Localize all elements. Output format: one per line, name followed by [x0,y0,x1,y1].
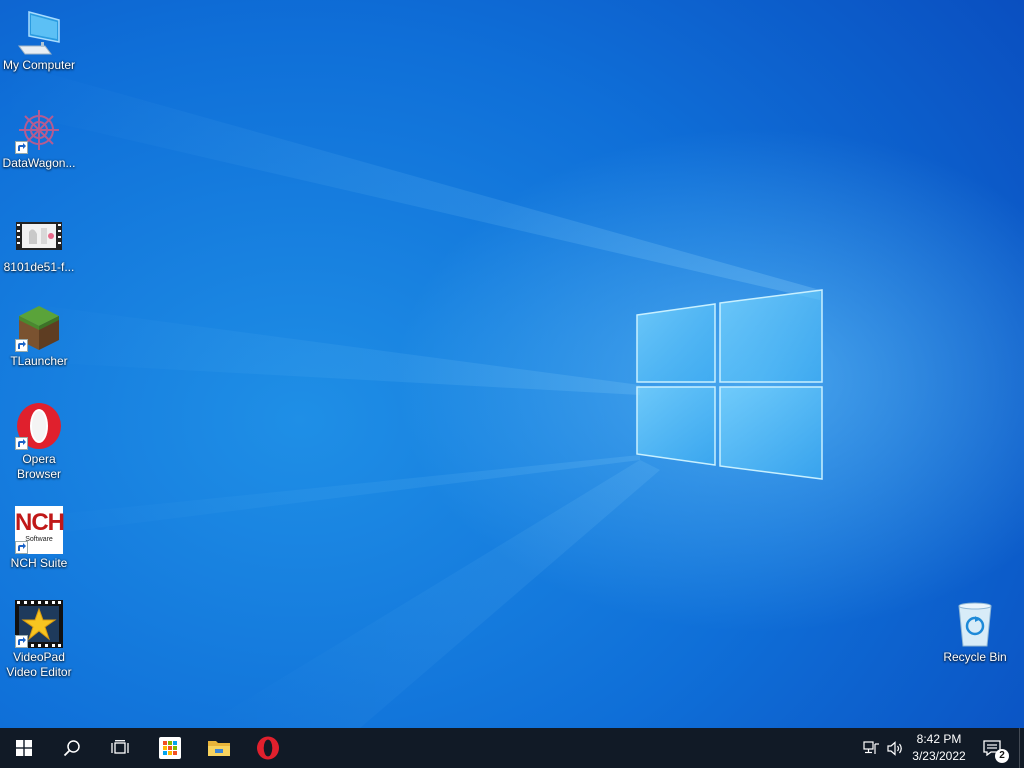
desktop-icon-my-computer[interactable]: My Computer [0,8,78,73]
file-explorer-icon [208,741,230,756]
desktop-icon-nch-suite[interactable]: NCH Software NCH Suite [0,506,78,571]
show-desktop-button[interactable] [1019,728,1024,768]
clock-time: 8:42 PM [916,732,962,746]
desktop-icon-label: Recycle Bin [943,650,1007,664]
wallpaper-windows-logo [0,60,823,728]
desktop-icon-label: Opera Browser [16,452,61,481]
network-icon [862,740,879,754]
taskbar-file-explorer[interactable] [195,728,243,768]
search-icon [63,740,80,757]
clock[interactable]: 8:42 PM 3/23/2022 [905,731,973,765]
volume-button[interactable] [884,728,906,768]
datawagon-icon [15,106,63,154]
videopad-icon [15,600,63,648]
start-button[interactable] [0,728,48,768]
desktop-icon-label: TLauncher [10,354,68,368]
taskbar-opera[interactable] [244,728,292,768]
windows-logo-icon [16,740,32,756]
desktop-icon-datawagon[interactable]: DataWagon... [0,106,78,171]
desktop-icon-recycle-bin[interactable]: Recycle Bin [936,600,1014,665]
desktop-icon-opera-browser[interactable]: Opera Browser [0,402,78,482]
desktop-icon-videopad[interactable]: VideoPad Video Editor [0,600,78,680]
desktop-icon-label: My Computer [2,58,76,72]
opera-icon [15,402,63,450]
task-view-icon [111,740,129,754]
network-button[interactable] [860,728,882,768]
shortcut-arrow-icon [15,635,28,648]
notification-count-badge: 2 [995,749,1009,763]
shortcut-arrow-icon [15,141,28,154]
opera-icon [257,736,279,760]
shortcut-arrow-icon [15,437,28,450]
desktop-icon-label: DataWagon... [2,156,76,170]
desktop-icon-label: 8101de51-f... [3,260,75,274]
desktop-icon-label: NCH Suite [10,556,68,570]
recycle-bin-icon [951,600,999,648]
shortcut-arrow-icon [15,541,28,554]
clock-date: 3/23/2022 [912,749,966,763]
computer-icon [15,8,63,56]
grass-block-icon [15,304,63,352]
taskbar-microsoft-store[interactable] [146,728,194,768]
desktop[interactable]: My Computer DataWagon... 8101de51-f... T… [0,0,1024,728]
video-file-icon [15,210,63,258]
desktop-icon-video-file[interactable]: 8101de51-f... [0,210,78,275]
action-center-button[interactable]: 2 [980,728,1014,768]
taskbar: 8:42 PM 3/23/2022 2 [0,728,1024,768]
nch-logo-icon: NCH Software [15,506,65,554]
search-button[interactable] [48,728,96,768]
desktop-icon-label: VideoPad Video Editor [6,650,72,679]
volume-icon [886,740,902,756]
nch-logo-text: NCH [15,509,65,536]
desktop-icon-tlauncher[interactable]: TLauncher [0,304,78,369]
microsoft-store-icon [159,737,181,759]
shortcut-arrow-icon [15,339,28,352]
task-view-button[interactable] [96,728,144,768]
